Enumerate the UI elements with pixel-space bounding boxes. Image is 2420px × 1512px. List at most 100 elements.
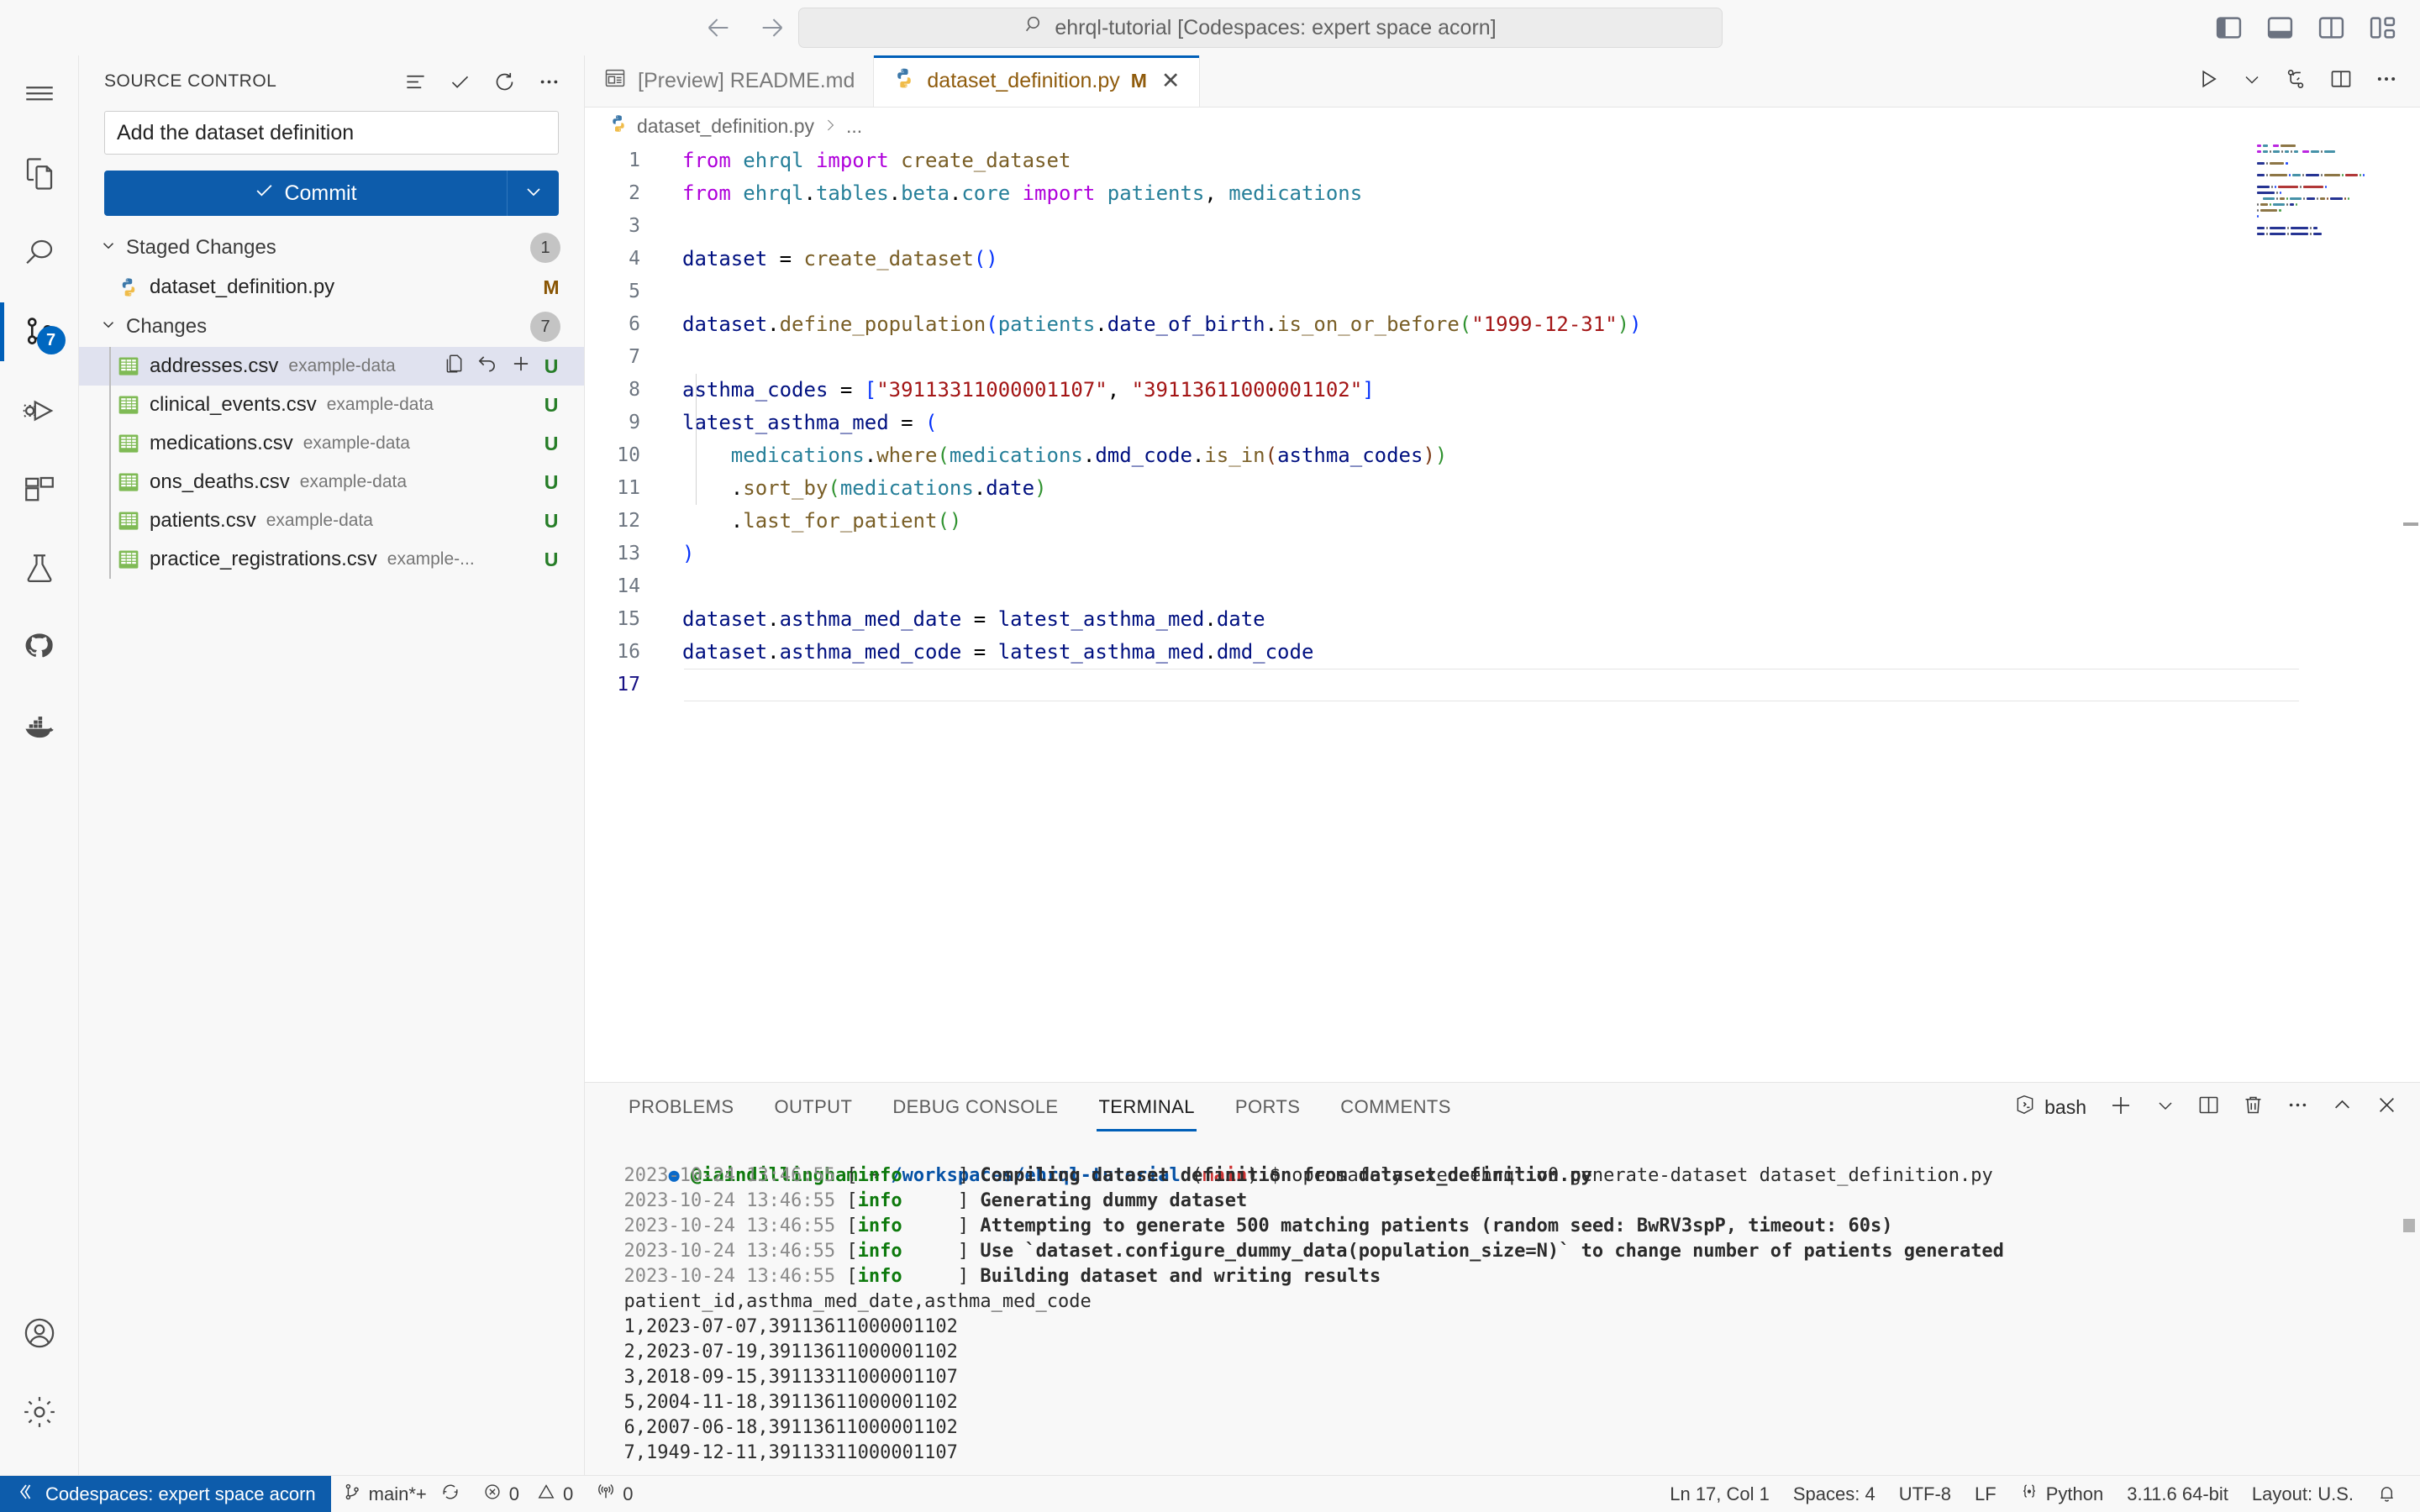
code-line[interactable]: 5	[585, 276, 2420, 308]
new-terminal-icon[interactable]	[2108, 1093, 2133, 1122]
tab-ports[interactable]: PORTS	[1215, 1083, 1320, 1131]
toggle-panel-icon[interactable]	[2266, 14, 2294, 42]
sc-file-row[interactable]: patients.csv example-data U	[79, 501, 584, 540]
stage-changes-icon[interactable]	[510, 353, 532, 381]
menu-icon[interactable]	[0, 55, 79, 134]
editor-scrollbar[interactable]	[2402, 144, 2420, 1082]
sc-file-row[interactable]: medications.csv example-data U	[79, 424, 584, 463]
terminal-log-line: 2023-10-24 13:46:55 [info ] Attempting t…	[623, 1215, 1893, 1236]
code-line[interactable]: 10 medications.where(medications.dmd_cod…	[585, 439, 2420, 472]
editor-more-icon[interactable]	[2375, 67, 2398, 95]
tab-comments[interactable]: COMMENTS	[1320, 1083, 1471, 1131]
breadcrumb[interactable]: dataset_definition.py ...	[585, 108, 2420, 144]
status-ports[interactable]: 0	[585, 1476, 644, 1512]
customize-layout-icon[interactable]	[2369, 14, 2396, 42]
terminal-profile-dropdown-icon[interactable]	[2155, 1095, 2175, 1120]
status-cursor-position[interactable]: Ln 17, Col 1	[1658, 1476, 1781, 1512]
code-line[interactable]: 6 dataset.define_population(patients.date…	[585, 308, 2420, 341]
sc-file-path: example-data	[302, 433, 410, 453]
kill-terminal-icon[interactable]	[2242, 1094, 2265, 1121]
status-eol[interactable]: LF	[1963, 1476, 2008, 1512]
sidebar-item-search[interactable]	[0, 213, 79, 292]
tab-readme-preview[interactable]: [Preview] README.md	[585, 55, 875, 107]
discard-changes-icon[interactable]	[476, 353, 498, 381]
close-icon[interactable]: ✕	[1161, 70, 1181, 92]
maximize-panel-icon[interactable]	[2331, 1094, 2354, 1121]
status-branch[interactable]: main*+	[331, 1476, 471, 1512]
status-language[interactable]: Python	[2008, 1476, 2116, 1512]
breadcrumb-symbol[interactable]: ...	[846, 115, 862, 138]
commit-message-input[interactable]: Add the dataset definition	[104, 111, 559, 155]
toggle-primary-sidebar-icon[interactable]	[2215, 14, 2243, 42]
status-interpreter[interactable]: 3.11.6 64-bit	[2115, 1476, 2240, 1512]
code-line[interactable]: 11 .sort_by(medications.date)	[585, 472, 2420, 505]
code-editor[interactable]: 1 from ehrql import create_dataset 2 from e…	[585, 144, 2420, 1082]
sc-file-row[interactable]: addresses.csv example-data U	[79, 347, 584, 386]
forward-arrow-icon[interactable]	[758, 13, 786, 42]
tab-dataset-definition[interactable]: dataset_definition.py M ✕	[874, 55, 1200, 107]
open-changes-icon[interactable]	[2284, 67, 2307, 95]
sidebar-item-explorer[interactable]	[0, 134, 79, 213]
csv-file-icon	[118, 510, 139, 532]
code-lines[interactable]: 1 from ehrql import create_dataset 2 from e…	[585, 144, 2420, 701]
tab-debug-console[interactable]: DEBUG CONSOLE	[872, 1083, 1078, 1131]
quick-input-search-bar[interactable]: ehrql-tutorial [Codespaces: expert space…	[798, 8, 1723, 48]
view-as-list-icon[interactable]	[404, 71, 427, 93]
sync-changes-icon[interactable]	[441, 1483, 460, 1506]
code-line[interactable]: 3	[585, 210, 2420, 243]
code-line[interactable]: 16 dataset.asthma_med_code = latest_asthm…	[585, 636, 2420, 669]
code-line[interactable]: 13)	[585, 538, 2420, 570]
sc-group-header-changes[interactable]: Changes 7	[79, 307, 584, 347]
remote-indicator[interactable]: Codespaces: expert space acorn	[0, 1475, 331, 1512]
sc-group-header-staged-changes[interactable]: Staged Changes 1	[79, 228, 584, 268]
sc-file-row[interactable]: dataset_definition.py M	[79, 268, 584, 307]
code-line[interactable]: 15 dataset.asthma_med_date = latest_asthm…	[585, 603, 2420, 636]
terminal-scrollbar-marker[interactable]	[2403, 1219, 2415, 1232]
split-terminal-icon[interactable]	[2197, 1094, 2220, 1121]
run-dropdown-icon[interactable]	[2242, 69, 2262, 93]
code-line[interactable]: 8 asthma_codes = ["39113311000001107", "3…	[585, 374, 2420, 407]
code-line[interactable]: 12 .last_for_patient()	[585, 505, 2420, 538]
terminal-shell-indicator[interactable]: bash	[2014, 1094, 2086, 1121]
sidebar-item-run-and-debug[interactable]	[0, 371, 79, 450]
sidebar-item-github[interactable]	[0, 608, 79, 687]
more-actions-icon[interactable]	[538, 71, 560, 93]
breadcrumb-file[interactable]: dataset_definition.py	[637, 115, 814, 138]
commit-dropdown-button[interactable]	[507, 171, 559, 216]
sidebar-item-source-control[interactable]: 7	[0, 292, 79, 371]
close-panel-icon[interactable]	[2375, 1094, 2398, 1121]
tab-problems[interactable]: PROBLEMS	[608, 1083, 754, 1131]
sc-file-row[interactable]: clinical_events.csv example-data U	[79, 386, 584, 424]
sidebar-item-testing[interactable]	[0, 529, 79, 608]
notifications-bell-icon[interactable]	[2365, 1476, 2408, 1512]
status-problems[interactable]: 0 0	[471, 1476, 586, 1512]
panel-more-icon[interactable]	[2286, 1094, 2309, 1121]
open-file-icon[interactable]	[443, 353, 465, 381]
split-editor-icon[interactable]	[2329, 67, 2353, 95]
refresh-icon[interactable]	[493, 71, 516, 93]
code-line[interactable]: 9 latest_asthma_med = (	[585, 407, 2420, 439]
sc-file-row[interactable]: practice_registrations.csv example-... U	[79, 540, 584, 579]
code-line[interactable]: 17	[585, 669, 2420, 701]
accounts-icon[interactable]	[0, 1294, 79, 1373]
status-indentation[interactable]: Spaces: 4	[1781, 1476, 1887, 1512]
sidebar-item-docker[interactable]	[0, 687, 79, 766]
status-encoding[interactable]: UTF-8	[1887, 1476, 1963, 1512]
tab-output[interactable]: OUTPUT	[754, 1083, 872, 1131]
sc-file-row[interactable]: ons_deaths.csv example-data U	[79, 463, 584, 501]
code-line[interactable]: 2 from ehrql.tables.beta.core import pati…	[585, 177, 2420, 210]
settings-gear-icon[interactable]	[0, 1373, 79, 1452]
run-python-file-icon[interactable]	[2196, 67, 2220, 95]
tab-terminal[interactable]: TERMINAL	[1078, 1083, 1214, 1131]
status-layout[interactable]: Layout: U.S.	[2240, 1476, 2365, 1512]
code-line[interactable]: 1 from ehrql import create_dataset	[585, 144, 2420, 177]
code-line[interactable]: 4 dataset = create_dataset()	[585, 243, 2420, 276]
code-line[interactable]: 7	[585, 341, 2420, 374]
commit-button[interactable]: Commit	[104, 171, 507, 216]
terminal-output[interactable]: ● @iaindillingham ➜ /workspaces/ehrql-tu…	[585, 1131, 2420, 1475]
toggle-secondary-sidebar-icon[interactable]	[2317, 14, 2345, 42]
back-arrow-icon[interactable]	[704, 13, 733, 42]
commit-check-icon[interactable]	[449, 71, 471, 93]
code-line[interactable]: 14	[585, 570, 2420, 603]
sidebar-item-extensions[interactable]	[0, 450, 79, 529]
